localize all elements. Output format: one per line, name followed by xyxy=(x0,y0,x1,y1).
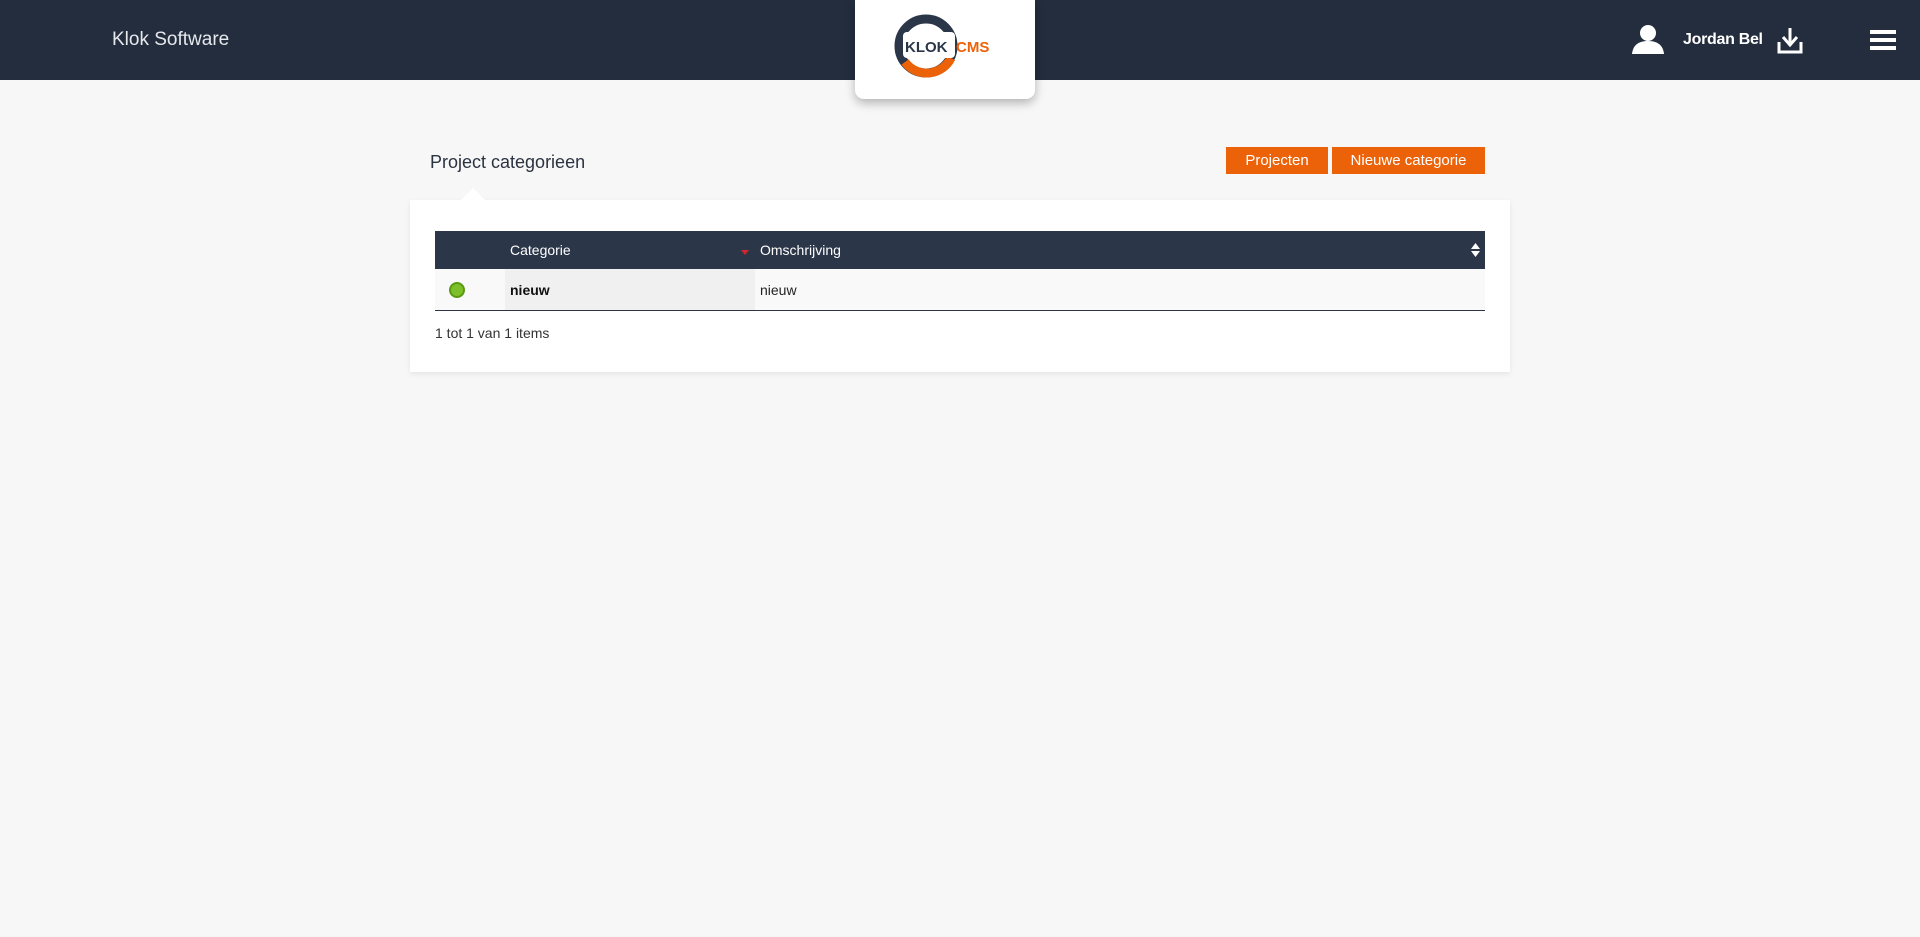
cell-omschrijving: nieuw xyxy=(760,282,797,298)
download-icon[interactable] xyxy=(1777,27,1803,54)
column-header-categorie[interactable]: Categorie xyxy=(510,242,571,258)
user-area: Jordan Bel xyxy=(1520,0,1920,80)
pagination-info: 1 tot 1 van 1 items xyxy=(435,325,550,341)
sort-descending-icon[interactable] xyxy=(741,248,749,256)
table-header: Categorie Omschrijving xyxy=(435,231,1485,269)
sort-toggle-icon[interactable] xyxy=(1471,242,1480,258)
hamburger-menu-icon[interactable] xyxy=(1870,29,1896,51)
user-name[interactable]: Jordan Bel xyxy=(1683,31,1763,49)
logo-word-klok: KLOK xyxy=(905,39,948,56)
new-category-button[interactable]: Nieuwe categorie xyxy=(1332,147,1485,174)
brand-name[interactable]: Klok Software xyxy=(112,29,229,51)
table-row[interactable]: nieuw nieuw xyxy=(435,269,1485,311)
user-icon[interactable] xyxy=(1631,24,1665,54)
logo-word-cms: CMS xyxy=(956,39,989,56)
klok-cms-logo[interactable]: KLOK CMS xyxy=(855,0,1035,99)
panel-notch xyxy=(461,188,485,200)
cell-categorie: nieuw xyxy=(510,282,550,298)
column-header-omschrijving[interactable]: Omschrijving xyxy=(760,242,841,258)
status-active-icon xyxy=(449,282,465,298)
projecten-button[interactable]: Projecten xyxy=(1226,147,1328,174)
page-title: Project categorieen xyxy=(430,152,586,172)
logo-mark: KLOK CMS xyxy=(894,14,989,78)
top-navigation-bar: Klok Software KLOK CMS Jordan Bel xyxy=(0,0,1920,99)
